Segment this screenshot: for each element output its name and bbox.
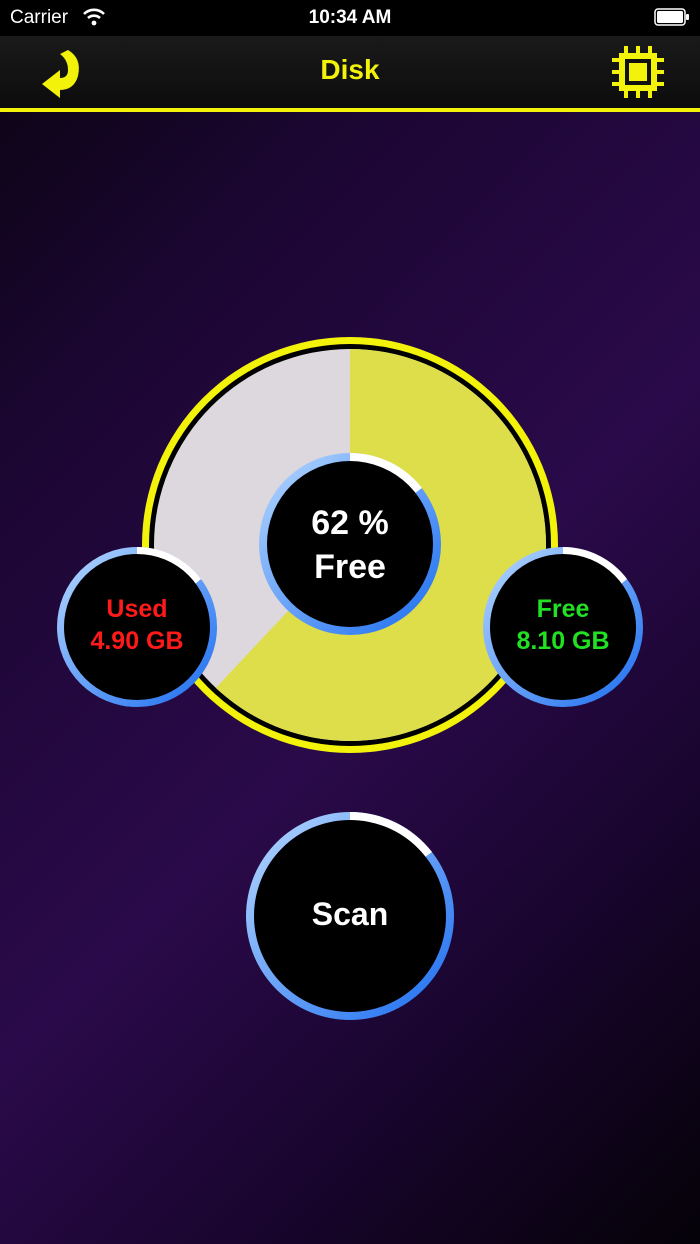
- battery-icon: [654, 8, 689, 26]
- free-percent-value: 62 %: [311, 504, 389, 542]
- free-percent-word: Free: [314, 548, 386, 586]
- free-space-bubble: Free 8.10 GB: [481, 545, 645, 709]
- free-label: Free: [536, 595, 590, 623]
- used-value: 4.90 GB: [90, 627, 184, 655]
- nav-bar: Disk: [0, 36, 700, 112]
- scan-label: Scan: [311, 896, 389, 932]
- free-percent-bubble: 62 % Free: [257, 451, 443, 637]
- status-time: 10:34 AM: [308, 7, 392, 28]
- cpu-chip-icon: [612, 46, 664, 98]
- status-bar: Carrier 10:34 AM: [0, 0, 700, 36]
- used-space-bubble: Used 4.90 GB: [55, 545, 219, 709]
- page-title: Disk: [320, 54, 380, 85]
- scan-button[interactable]: Scan: [244, 810, 456, 1022]
- cpu-button[interactable]: [610, 44, 666, 100]
- free-value: 8.10 GB: [516, 627, 610, 655]
- used-label: Used: [106, 595, 168, 623]
